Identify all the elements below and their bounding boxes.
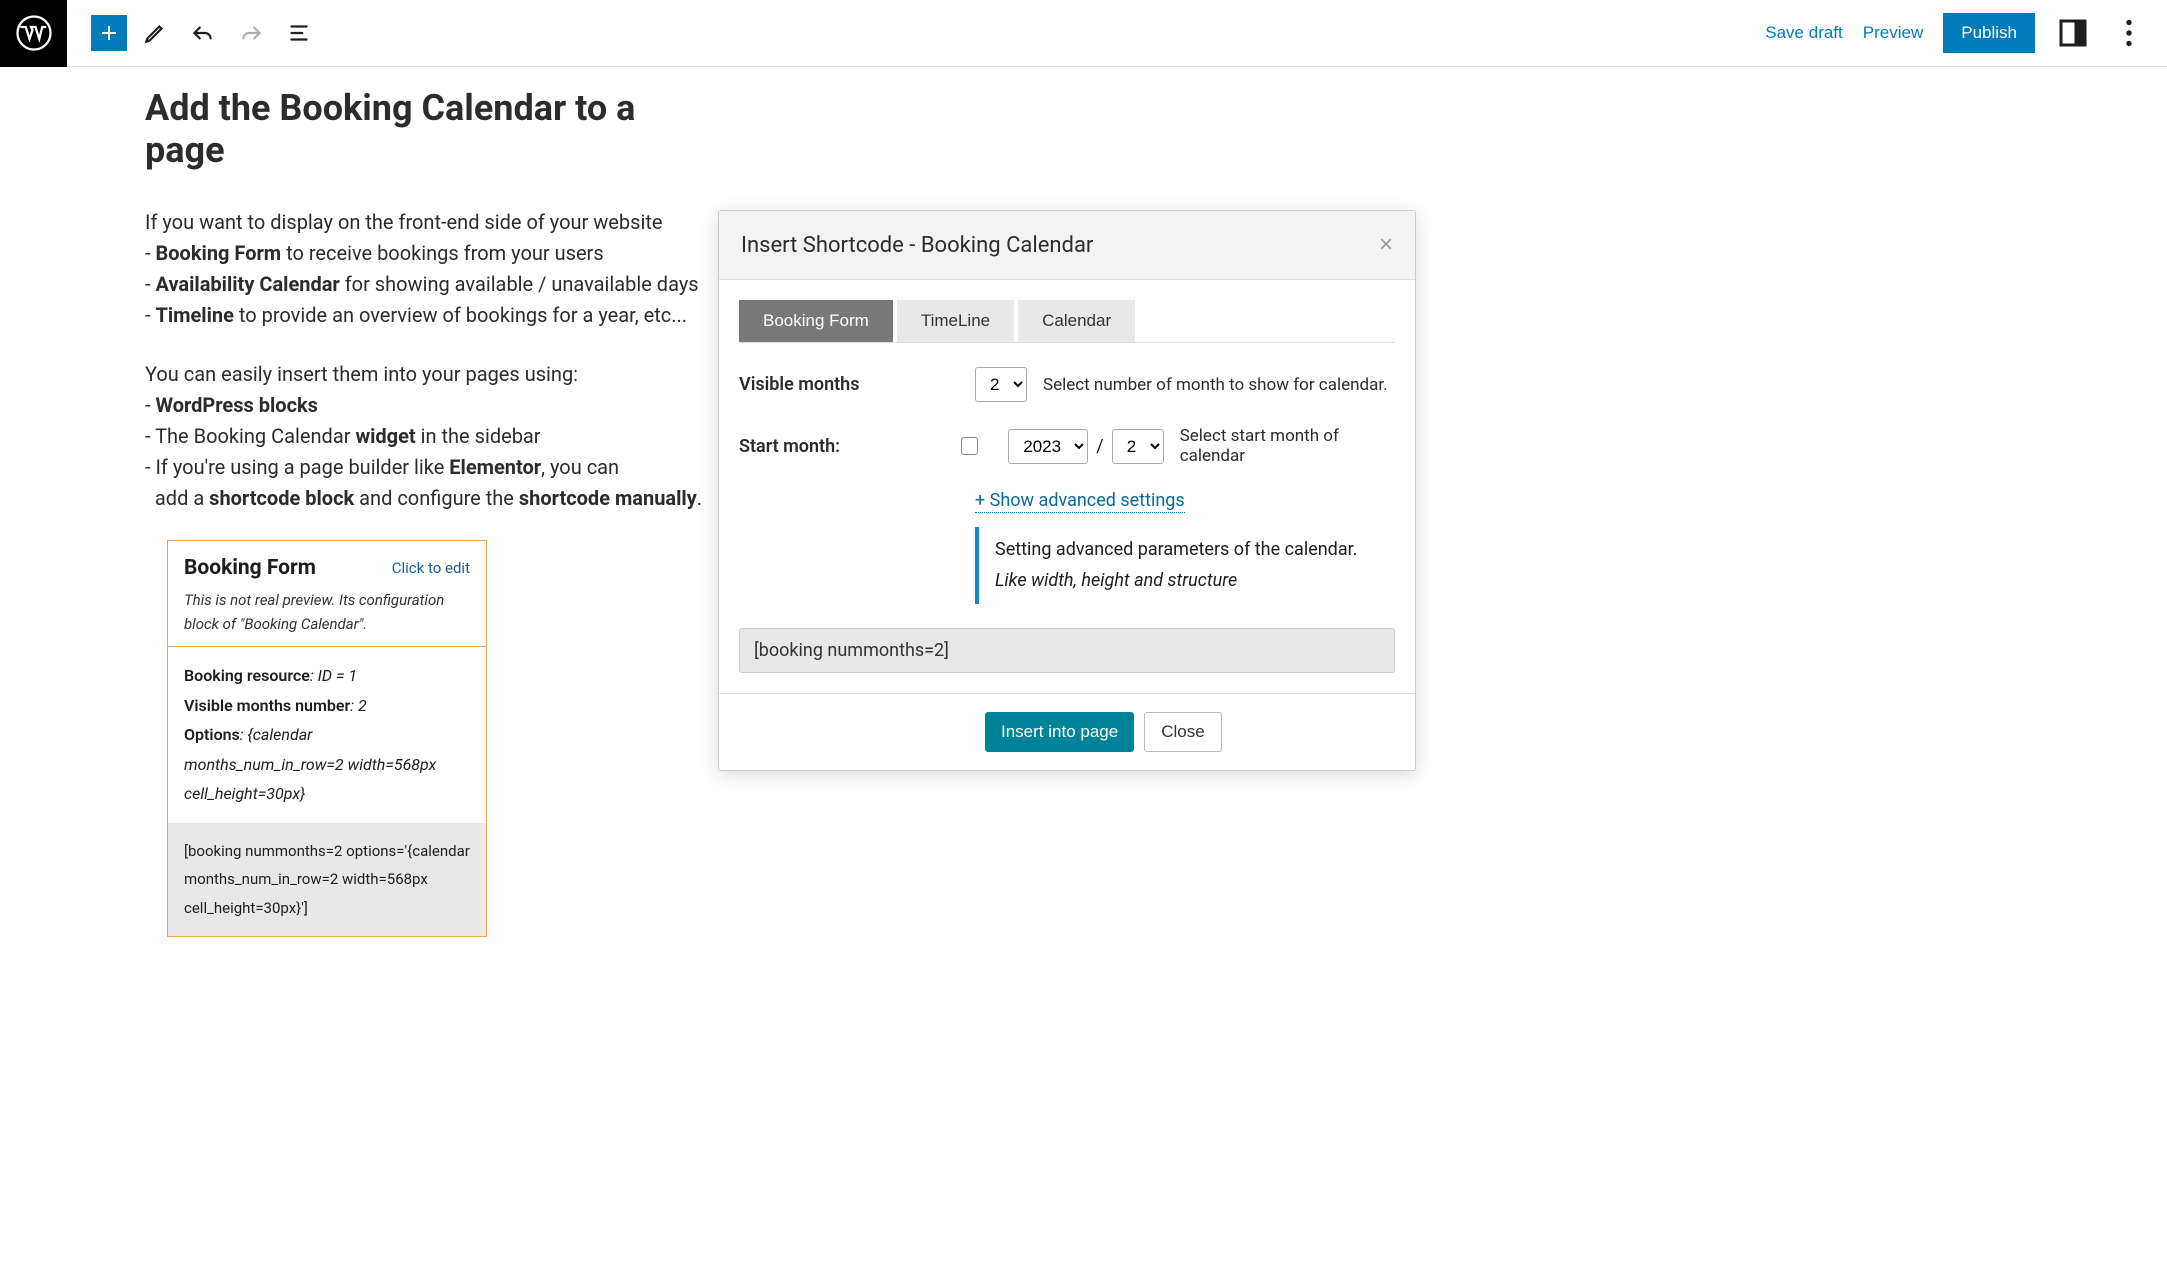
start-year-select[interactable]: 2023 [1008, 429, 1088, 464]
insert-shortcode-modal: Insert Shortcode - Booking Calendar × Bo… [718, 210, 1416, 771]
booking-block-card[interactable]: Booking Form Click to edit This is not r… [167, 540, 487, 937]
tab-timeline[interactable]: TimeLine [897, 300, 1014, 342]
shortcode-preview: [booking nummonths=2] [739, 628, 1395, 673]
publish-button[interactable]: Publish [1943, 13, 2035, 53]
settings-panel-icon[interactable] [2055, 15, 2091, 51]
modal-title: Insert Shortcode - Booking Calendar [741, 233, 1093, 258]
start-month-select[interactable]: 2 [1112, 429, 1164, 464]
page-title[interactable]: Add the Booking Calendar to a page [145, 87, 720, 171]
visible-months-help: Select number of month to show for calen… [1043, 375, 1388, 395]
preview-button[interactable]: Preview [1863, 23, 1923, 43]
block-shortcode: [booking nummonths=2 options='{calendar … [168, 823, 486, 937]
close-button[interactable]: Close [1144, 712, 1221, 752]
start-month-checkbox[interactable] [961, 437, 978, 455]
document-outline-icon[interactable] [279, 13, 319, 53]
add-block-button[interactable] [91, 15, 127, 51]
wordpress-logo[interactable] [0, 0, 67, 67]
start-month-label: Start month: [739, 436, 961, 457]
close-icon[interactable]: × [1379, 231, 1393, 259]
start-month-help: Select start month of calendar [1180, 426, 1395, 466]
show-advanced-link[interactable]: + Show advanced settings [975, 490, 1185, 513]
page-body[interactable]: If you want to display on the front-end … [145, 207, 720, 514]
edit-tool-icon[interactable] [135, 13, 175, 53]
save-draft-button[interactable]: Save draft [1765, 23, 1843, 43]
visible-months-select[interactable]: 2 [975, 367, 1027, 402]
tab-calendar[interactable]: Calendar [1018, 300, 1135, 342]
undo-icon[interactable] [183, 13, 223, 53]
redo-icon[interactable] [231, 13, 271, 53]
block-title: Booking Form [184, 556, 316, 580]
tab-booking-form[interactable]: Booking Form [739, 300, 893, 342]
insert-button[interactable]: Insert into page [985, 712, 1134, 752]
advanced-note: Setting advanced parameters of the calen… [975, 527, 1395, 604]
block-edit-link[interactable]: Click to edit [392, 559, 470, 577]
more-options-icon[interactable] [2111, 15, 2147, 51]
block-subtitle: This is not real preview. Its configurat… [184, 588, 470, 636]
visible-months-label: Visible months [739, 374, 975, 395]
